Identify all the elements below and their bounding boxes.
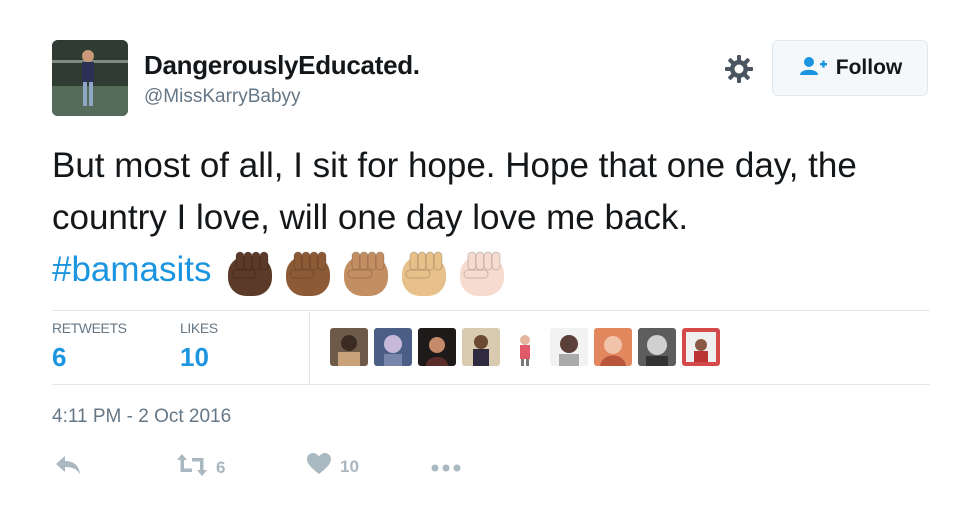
user-handle[interactable]: @MissKarryBabyy: [144, 86, 301, 108]
follow-label: Follow: [835, 56, 903, 79]
retweets-stat[interactable]: RETWEETS 6: [52, 320, 127, 373]
raised-fist-medium-icon: [343, 251, 388, 296]
raised-fist-medium-dark-icon: [285, 251, 330, 296]
likes-count: 10: [180, 342, 209, 372]
divider-bottom: [52, 384, 930, 385]
likes-stat[interactable]: LIKES 10: [180, 320, 218, 373]
liker-avatar[interactable]: [550, 328, 588, 366]
follow-button[interactable]: Follow: [772, 40, 928, 96]
retweets-label: RETWEETS: [52, 320, 127, 336]
like-count: 10: [340, 456, 359, 476]
tweet-text: But most of all, I sit for hope. Hope th…: [52, 146, 857, 237]
add-user-icon: [798, 55, 828, 82]
avatar[interactable]: [52, 40, 128, 116]
divider-top: [52, 310, 930, 311]
likes-label: LIKES: [180, 320, 218, 336]
liker-avatar[interactable]: [506, 328, 544, 366]
liker-avatar[interactable]: [330, 328, 368, 366]
liker-avatar[interactable]: [462, 328, 500, 366]
liker-avatar[interactable]: [682, 328, 720, 366]
display-name[interactable]: DangerouslyEducated.: [144, 50, 420, 81]
reply-button[interactable]: [54, 452, 82, 483]
liker-avatar[interactable]: [594, 328, 632, 366]
more-button[interactable]: [430, 460, 462, 478]
raised-fist-light-icon: [459, 251, 504, 296]
heart-icon: [306, 452, 332, 481]
gear-icon[interactable]: [722, 52, 756, 86]
tweet-timestamp[interactable]: 4:11 PM - 2 Oct 2016: [52, 406, 231, 428]
reply-icon: [54, 452, 82, 483]
raised-fist-dark-icon: [227, 251, 272, 296]
retweet-icon: [176, 452, 208, 483]
liker-avatar[interactable]: [418, 328, 456, 366]
tweet-actions: 6 10: [52, 452, 552, 488]
hashtag-link[interactable]: #bamasits: [52, 250, 212, 289]
retweet-count: 6: [216, 457, 226, 477]
retweet-button[interactable]: 6: [176, 452, 225, 483]
retweets-count: 6: [52, 342, 67, 372]
liker-avatar[interactable]: [638, 328, 676, 366]
stats-separator: [309, 312, 310, 384]
raised-fist-emoji-row: [224, 246, 508, 298]
like-button[interactable]: 10: [306, 452, 359, 481]
tweet-text-block: But most of all, I sit for hope. Hope th…: [52, 140, 942, 298]
more-icon: [430, 460, 462, 478]
raised-fist-medium-light-icon: [401, 251, 446, 296]
liker-avatar[interactable]: [374, 328, 412, 366]
